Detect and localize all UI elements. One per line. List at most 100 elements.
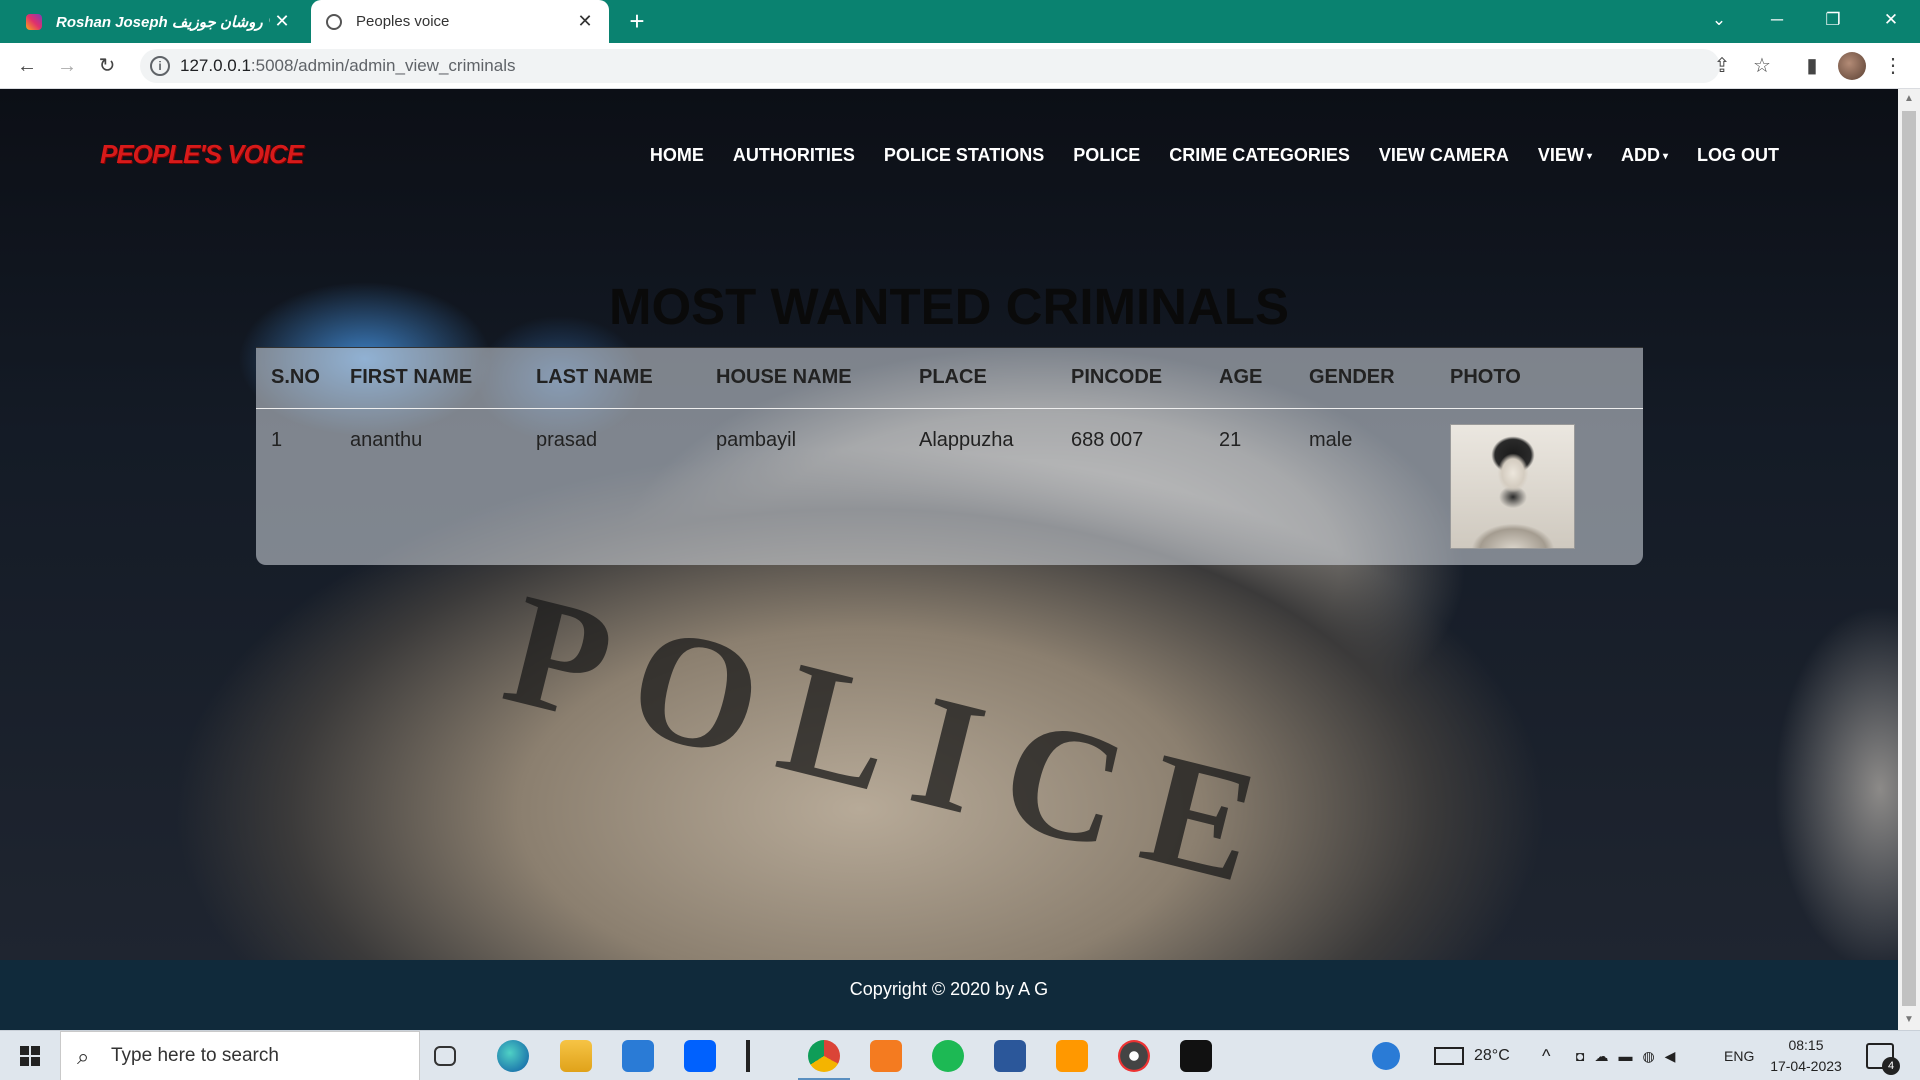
cell-age: 21 bbox=[1219, 428, 1242, 451]
col-house-name: HOUSE NAME bbox=[716, 348, 919, 409]
clock[interactable]: 08:15 17-04-2023 bbox=[1760, 1035, 1852, 1077]
help-icon[interactable] bbox=[1372, 1042, 1400, 1070]
criminal-photo bbox=[1450, 423, 1575, 549]
dropbox-icon[interactable] bbox=[684, 1040, 716, 1072]
mail-icon[interactable] bbox=[622, 1040, 654, 1072]
search-placeholder: Type here to search bbox=[111, 1045, 279, 1066]
share-icon[interactable]: ⇪ bbox=[1709, 53, 1735, 79]
col-photo: PHOTO bbox=[1450, 348, 1643, 409]
nav-log-out[interactable]: LOG OUT bbox=[1697, 145, 1779, 166]
col-gender: GENDER bbox=[1309, 348, 1450, 409]
tray-overflow-icon[interactable]: ^ bbox=[1542, 1031, 1550, 1080]
tab-instagram[interactable]: Roshan Joseph روشان جوزيف 🤍 ✕ bbox=[0, 0, 306, 43]
page-scrollbar[interactable]: ▲ ▼ bbox=[1898, 89, 1920, 1030]
col-first-name: FIRST NAME bbox=[350, 348, 536, 409]
forward-button[interactable]: → bbox=[52, 51, 82, 81]
site-info-icon[interactable]: i bbox=[150, 56, 170, 76]
app-icon[interactable] bbox=[746, 1040, 756, 1072]
taskbar-search-box[interactable]: ⌕ Type here to search bbox=[60, 1031, 420, 1080]
tab-search-icon[interactable]: ⌄ bbox=[1696, 0, 1742, 40]
page-title: MOST WANTED CRIMINALS bbox=[609, 278, 1289, 335]
cell-first-name: ananthu bbox=[350, 428, 423, 451]
side-panel-icon[interactable]: ▮ bbox=[1799, 53, 1825, 79]
nav-crime-categories[interactable]: CRIME CATEGORIES bbox=[1169, 145, 1350, 166]
nav-view-label: VIEW bbox=[1537, 145, 1584, 165]
table-row: 1 ananthu prasad pambayil Alappuzha 688 … bbox=[256, 408, 1643, 565]
cell-house-name: pambayil bbox=[716, 428, 797, 451]
clock-time: 08:15 bbox=[1788, 1037, 1824, 1053]
cell-last-name: prasad bbox=[536, 428, 598, 451]
col-pincode: PINCODE bbox=[1071, 348, 1219, 409]
cell-sno: 1 bbox=[271, 428, 283, 451]
spotify-icon[interactable] bbox=[932, 1040, 964, 1072]
sublime-text-icon[interactable] bbox=[1056, 1040, 1088, 1072]
caret-down-icon: ▾ bbox=[1586, 150, 1592, 162]
chrome-icon[interactable] bbox=[798, 1040, 850, 1080]
file-explorer-icon[interactable] bbox=[560, 1040, 592, 1072]
close-tab-icon[interactable]: ✕ bbox=[573, 11, 597, 32]
close-window-button[interactable]: ✕ bbox=[1868, 0, 1914, 40]
globe-icon bbox=[326, 13, 342, 30]
media-app-icon[interactable] bbox=[1118, 1040, 1150, 1072]
reload-button[interactable]: ↻ bbox=[92, 51, 122, 81]
url-path: :5008/admin/admin_view_criminals bbox=[250, 56, 516, 75]
xampp-icon[interactable] bbox=[870, 1040, 902, 1072]
nav-view-dropdown[interactable]: VIEW ▾ bbox=[1538, 145, 1592, 166]
cell-pincode: 688 007 bbox=[1071, 428, 1144, 451]
terminal-icon[interactable] bbox=[1180, 1040, 1212, 1072]
notification-count-badge: 4 bbox=[1882, 1057, 1900, 1075]
language-indicator[interactable]: ENG bbox=[1724, 1031, 1754, 1080]
edge-icon[interactable] bbox=[497, 1040, 529, 1072]
tab-peoples-voice[interactable]: Peoples voice ✕ bbox=[311, 0, 609, 43]
nav-authorities[interactable]: AUTHORITIES bbox=[733, 145, 855, 166]
word-icon[interactable] bbox=[994, 1040, 1026, 1072]
notification-center-icon[interactable]: 4 bbox=[1866, 1043, 1900, 1075]
task-view-icon[interactable] bbox=[434, 1046, 456, 1066]
badge-police-text: POLICE bbox=[490, 558, 1304, 924]
nav-view-camera[interactable]: VIEW CAMERA bbox=[1379, 145, 1509, 166]
clock-date: 17-04-2023 bbox=[1770, 1058, 1842, 1074]
cell-gender: male bbox=[1309, 428, 1353, 451]
search-icon: ⌕ bbox=[77, 1044, 90, 1069]
address-bar: ← → ↻ i 127.0.0.1:5008/admin/admin_view_… bbox=[0, 43, 1920, 89]
nav-add-dropdown[interactable]: ADD ▾ bbox=[1621, 145, 1668, 166]
scroll-thumb[interactable] bbox=[1902, 111, 1916, 1006]
site-logo[interactable]: PEOPLE'S VOICE bbox=[100, 139, 304, 170]
instagram-icon bbox=[26, 13, 42, 30]
bookmark-star-icon[interactable]: ☆ bbox=[1749, 53, 1775, 79]
table-header-row: S.NO FIRST NAME LAST NAME HOUSE NAME PLA… bbox=[256, 348, 1643, 409]
criminals-table: S.NO FIRST NAME LAST NAME HOUSE NAME PLA… bbox=[256, 348, 1643, 565]
back-button[interactable]: ← bbox=[12, 51, 42, 81]
new-tab-button[interactable]: + bbox=[622, 6, 652, 36]
col-age: AGE bbox=[1219, 348, 1309, 409]
col-sno: S.NO bbox=[256, 348, 350, 409]
browser-menu-icon[interactable]: ⋮ bbox=[1880, 53, 1906, 79]
site-footer: Copyright © 2020 by A G bbox=[0, 960, 1898, 1030]
weather-temp[interactable]: 28°C bbox=[1474, 1031, 1510, 1080]
scroll-up-icon[interactable]: ▲ bbox=[1898, 89, 1920, 109]
windows-logo-icon bbox=[20, 1046, 40, 1066]
nav-add-label: ADD bbox=[1620, 145, 1660, 165]
close-tab-icon[interactable]: ✕ bbox=[270, 11, 294, 32]
weather-icon bbox=[1434, 1047, 1464, 1065]
restore-button[interactable]: ❐ bbox=[1810, 0, 1856, 40]
windows-taskbar: ⌕ Type here to search 28°C ^ ◘☁▬◍◀ ENG 0… bbox=[0, 1030, 1920, 1080]
col-last-name: LAST NAME bbox=[536, 348, 716, 409]
caret-down-icon: ▾ bbox=[1662, 150, 1668, 162]
nav-police[interactable]: POLICE bbox=[1073, 145, 1140, 166]
cell-place: Alappuzha bbox=[919, 428, 1014, 451]
system-tray-icons[interactable]: ◘☁▬◍◀ bbox=[1576, 1031, 1716, 1080]
tab-title: Peoples voice bbox=[356, 13, 450, 30]
minimize-button[interactable]: ─ bbox=[1754, 0, 1800, 40]
nav-police-stations[interactable]: POLICE STATIONS bbox=[884, 145, 1044, 166]
main-nav: HOME AUTHORITIES POLICE STATIONS POLICE … bbox=[621, 145, 1779, 166]
nav-home[interactable]: HOME bbox=[650, 145, 704, 166]
page-background: POLICE PEOPLE'S VOICE HOME AUTHORITIES P… bbox=[0, 89, 1898, 960]
profile-avatar[interactable] bbox=[1838, 52, 1866, 80]
scroll-down-icon[interactable]: ▼ bbox=[1898, 1010, 1920, 1030]
cell-photo bbox=[1450, 408, 1643, 565]
browser-tab-strip: Roshan Joseph روشان جوزيف 🤍 ✕ Peoples vo… bbox=[0, 0, 1920, 43]
criminals-table-container: S.NO FIRST NAME LAST NAME HOUSE NAME PLA… bbox=[256, 347, 1643, 565]
start-button[interactable] bbox=[0, 1031, 60, 1080]
url-input[interactable]: i 127.0.0.1:5008/admin/admin_view_crimin… bbox=[140, 49, 1720, 83]
